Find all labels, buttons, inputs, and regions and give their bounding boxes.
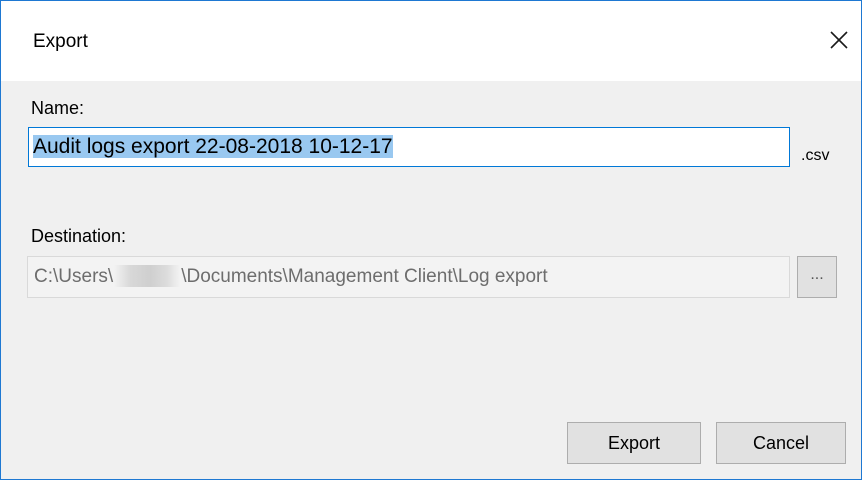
dialog-body: Name: Audit logs export 22-08-2018 10-12… <box>1 81 861 479</box>
destination-path-suffix: \Documents\Management Client\Log export <box>181 266 548 287</box>
export-dialog: Export Name: Audit logs export 22-08-201… <box>0 0 862 480</box>
title-bar[interactable]: Export <box>1 1 861 81</box>
export-button[interactable]: Export <box>567 422 701 464</box>
destination-input[interactable]: C:\Users\ \Documents\Management Client\Lo… <box>27 256 790 298</box>
browse-button[interactable]: ... <box>797 256 837 298</box>
destination-label: Destination: <box>31 226 127 246</box>
redacted-username <box>114 265 181 287</box>
destination-path-prefix: C:\Users\ <box>34 266 114 287</box>
cancel-button[interactable]: Cancel <box>716 422 846 464</box>
file-extension-label: .csv <box>801 147 830 164</box>
name-input-value: Audit logs export 22-08-2018 10-12-17 <box>33 135 393 158</box>
close-button[interactable] <box>817 19 861 63</box>
name-input[interactable]: Audit logs export 22-08-2018 10-12-17 <box>28 127 790 167</box>
close-icon <box>830 31 848 49</box>
name-label: Name: <box>31 98 85 118</box>
dialog-title: Export <box>33 31 88 52</box>
